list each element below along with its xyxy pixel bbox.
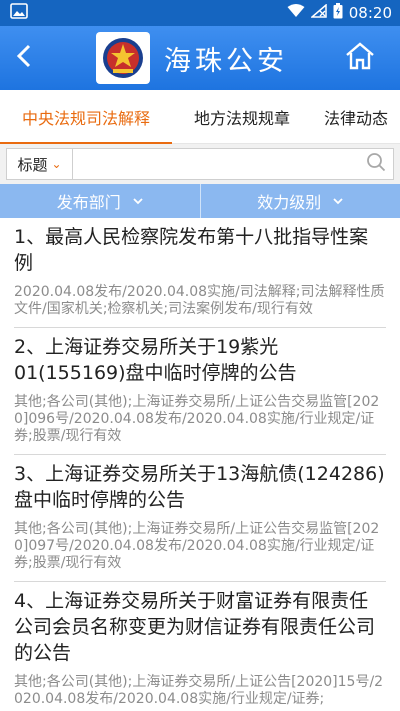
tab-bar: 中央法规司法解释 地方法规规章 法律动态: [0, 90, 400, 144]
filter-effect-level-label: 效力级别: [257, 193, 322, 212]
item-title: 1、最高人民检察院发布第十八批指导性案例: [14, 226, 369, 274]
list-item[interactable]: 3、上海证券交易所关于13海航债(124286)盘中临时停牌的公告 其他;各公司…: [14, 455, 386, 582]
wifi-icon: [287, 4, 305, 22]
regulation-list: 1、最高人民检察院发布第十八批指导性案例 2020.04.08发布/2020.0…: [0, 218, 400, 711]
filter-department-label: 发布部门: [56, 193, 121, 212]
filter-bar: 发布部门 效力级别: [0, 184, 400, 218]
status-bar: 08:20: [0, 0, 400, 26]
item-meta: 2020.04.08发布/2020.04.08实施/司法解释;司法解释性质文件/…: [14, 284, 385, 317]
status-time: 08:20: [348, 4, 392, 22]
chevron-down-icon: [133, 194, 143, 208]
title-wrap: 海珠公安: [96, 32, 288, 84]
search-type-dropdown[interactable]: 标题 ⌄: [7, 149, 73, 179]
filter-department[interactable]: 发布部门: [0, 184, 200, 218]
search-button[interactable]: [359, 149, 393, 179]
search-input[interactable]: [73, 149, 359, 179]
home-icon: [345, 42, 375, 74]
chevron-down-icon: ⌄: [51, 157, 62, 171]
signal-off-icon: [309, 3, 327, 22]
search-row: 标题 ⌄: [0, 144, 400, 184]
app-bar: 海珠公安: [0, 26, 400, 90]
battery-icon: [333, 3, 343, 23]
item-meta: 其他;各公司(其他);上海证券交易所/上证公告交易监管[2020]097号/20…: [14, 521, 380, 571]
item-title: 3、上海证券交易所关于13海航债(124286)盘中临时停牌的公告: [14, 463, 385, 511]
police-emblem-icon: [96, 32, 150, 84]
search-type-label: 标题: [17, 155, 48, 174]
tab-local-regulations[interactable]: 地方法规规章: [172, 90, 312, 143]
image-notification-icon: [10, 3, 28, 23]
page-title: 海珠公安: [164, 45, 288, 77]
search-box: 标题 ⌄: [6, 148, 394, 180]
item-meta: 其他;各公司(其他);上海证券交易所/上证公告交易监管[2020]096号/20…: [14, 394, 380, 444]
tab-legal-news[interactable]: 法律动态: [312, 90, 400, 143]
item-title: 2、上海证券交易所关于19紫光01(155169)盘中临时停牌的公告: [14, 336, 297, 384]
filter-effect-level[interactable]: 效力级别: [199, 184, 400, 218]
list-item[interactable]: 1、最高人民检察院发布第十八批指导性案例 2020.04.08发布/2020.0…: [14, 218, 386, 328]
search-icon: [366, 152, 386, 176]
home-button[interactable]: [342, 40, 378, 76]
tab-central-regulations[interactable]: 中央法规司法解释: [0, 90, 172, 144]
item-meta: 其他;各公司(其他);上海证券交易所/上证公告[2020]15号/2020.04…: [14, 674, 384, 707]
back-button[interactable]: [0, 26, 48, 90]
chevron-down-icon: [333, 194, 343, 208]
list-item[interactable]: 2、上海证券交易所关于19紫光01(155169)盘中临时停牌的公告 其他;各公…: [14, 328, 386, 455]
item-title: 4、上海证券交易所关于财富证券有限责任公司会员名称变更为财信证券有限责任公司的公…: [14, 590, 376, 664]
list-item[interactable]: 4、上海证券交易所关于财富证券有限责任公司会员名称变更为财信证券有限责任公司的公…: [14, 582, 386, 711]
chevron-left-icon: [16, 44, 32, 72]
